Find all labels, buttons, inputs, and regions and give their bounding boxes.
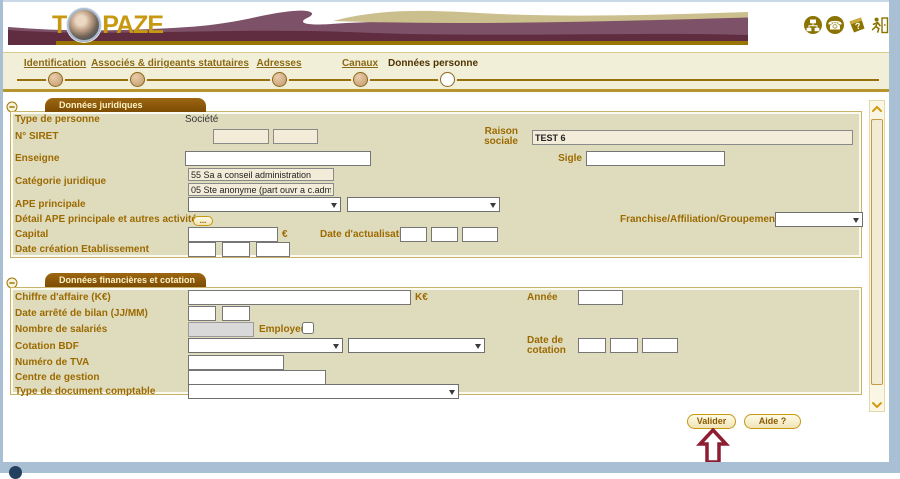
help-book-icon[interactable]: ?: [847, 15, 867, 35]
date-cotation-day[interactable]: [578, 338, 606, 353]
logout-icon[interactable]: [869, 15, 889, 35]
categorie-juridique-label: Catégorie juridique: [15, 176, 106, 187]
chevron-down-icon: [490, 203, 496, 208]
valider-button[interactable]: Valider: [687, 414, 736, 429]
type-personne-value: Société: [185, 114, 218, 125]
date-bilan-label: Date arrêté de bilan (JJ/MM): [15, 308, 148, 319]
siret-label: N° SIRET: [15, 131, 58, 142]
type-doc-comptable-select[interactable]: [188, 384, 459, 399]
window-frame-bottom: [0, 462, 900, 473]
capital-unit: €: [282, 229, 288, 240]
scroll-down-icon[interactable]: [870, 398, 884, 410]
chiffre-affaire-unit: K€: [415, 292, 428, 303]
capital-input[interactable]: [188, 227, 278, 242]
chevron-down-icon: [331, 203, 337, 208]
type-doc-comptable-label: Type de document comptable: [15, 386, 155, 397]
date-cotation-month[interactable]: [610, 338, 638, 353]
categorie-juridique-input-1: [188, 168, 334, 181]
nav-step-canaux[interactable]: Canaux: [342, 58, 378, 69]
topaze-logo: T PAZE: [52, 8, 163, 42]
ape-principale-select[interactable]: [188, 197, 341, 212]
enseigne-label: Enseigne: [15, 153, 59, 164]
step-nav: Identification Associés & dirigeants sta…: [3, 52, 889, 92]
type-personne-label: Type de personne: [15, 114, 100, 125]
window-frame-right: [889, 0, 900, 473]
siret-input-2: [273, 129, 318, 144]
cotation-bdf-select-2[interactable]: [348, 338, 485, 353]
franchise-label: Franchise/Affiliation/Groupement: [620, 214, 778, 225]
window-frame-top: [0, 0, 900, 2]
chiffre-affaire-label: Chiffre d'affaire (K€): [15, 292, 111, 303]
date-creation-day[interactable]: [188, 242, 216, 257]
date-bilan-day[interactable]: [188, 306, 216, 321]
date-creation-month[interactable]: [222, 242, 250, 257]
aide-button[interactable]: Aide ?: [744, 414, 801, 429]
chevron-down-icon: [449, 390, 455, 395]
detail-ape-label: Détail APE principale et autres activité…: [15, 214, 202, 225]
annee-input[interactable]: [578, 290, 623, 305]
section-title: Données financières et cotation: [45, 273, 206, 287]
logo-photo-icon: [67, 8, 101, 42]
numero-tva-input[interactable]: [188, 355, 284, 370]
sigle-input[interactable]: [586, 151, 725, 166]
nav-step-associes[interactable]: Associés & dirigeants statutaires: [91, 58, 249, 69]
date-bilan-month[interactable]: [222, 306, 250, 321]
capital-label: Capital: [15, 229, 48, 240]
cotation-bdf-label: Cotation BDF: [15, 341, 79, 352]
tab-donnees-financieres[interactable]: Données financières et cotation: [45, 273, 206, 287]
step-circle-adresses[interactable]: [272, 72, 287, 87]
step-circle-associes[interactable]: [130, 72, 145, 87]
date-creation-year[interactable]: [256, 242, 290, 257]
scrollbar-thumb[interactable]: [871, 119, 883, 385]
chevron-down-icon: [853, 218, 859, 223]
org-chart-icon[interactable]: [803, 15, 823, 35]
nav-step-identification[interactable]: Identification: [24, 58, 86, 69]
raison-sociale-label: Raison sociale: [472, 127, 518, 147]
centre-gestion-input[interactable]: [188, 370, 326, 385]
enseigne-input[interactable]: [185, 151, 371, 166]
numero-tva-label: Numéro de TVA: [15, 357, 89, 368]
date-actualisation-day[interactable]: [400, 227, 427, 242]
date-actualisation-year[interactable]: [462, 227, 498, 242]
nav-step-donnees-personne: Données personne: [388, 58, 478, 69]
siret-input-1: [213, 129, 269, 144]
raison-sociale-input: [532, 130, 853, 145]
phone-icon[interactable]: ☎: [825, 15, 845, 35]
step-circle-canaux[interactable]: [353, 72, 368, 87]
section-title: Données juridiques: [45, 98, 206, 112]
date-cotation-label: Date de cotation: [527, 336, 566, 356]
vertical-scrollbar[interactable]: [869, 100, 885, 412]
nombre-salaries-label: Nombre de salariés: [15, 324, 107, 335]
step-circle-identification[interactable]: [48, 72, 63, 87]
annee-label: Année: [527, 292, 558, 303]
chevron-down-icon: [475, 344, 481, 349]
svg-text:☎: ☎: [828, 19, 843, 33]
detail-ape-dots-button[interactable]: ...: [193, 216, 213, 226]
step-circle-donnees-personne: [440, 72, 455, 87]
header-toolbar: ☎ ?: [803, 15, 889, 35]
cotation-bdf-select-1[interactable]: [188, 338, 343, 353]
logo-letter-t: T: [52, 11, 66, 40]
scroll-up-icon[interactable]: [870, 102, 884, 114]
chiffre-affaire-input[interactable]: [188, 290, 411, 305]
date-creation-label: Date création Etablissement: [15, 244, 149, 255]
centre-gestion-label: Centre de gestion: [15, 372, 99, 383]
logo-letters-paze: PAZE: [102, 11, 163, 40]
chevron-down-icon: [333, 344, 339, 349]
tab-donnees-juridiques[interactable]: Données juridiques: [45, 98, 206, 112]
window-frame-left: [0, 0, 3, 473]
employeur-checkbox[interactable]: [302, 322, 314, 334]
ape-secondaire-select[interactable]: [347, 197, 500, 212]
sigle-label: Sigle: [540, 153, 582, 164]
date-cotation-year[interactable]: [642, 338, 678, 353]
categorie-juridique-input-2: [188, 183, 334, 196]
franchise-select[interactable]: [775, 212, 863, 227]
nombre-salaries-input: [188, 322, 254, 337]
nav-step-adresses[interactable]: Adresses: [256, 58, 301, 69]
ape-principale-label: APE principale: [15, 199, 86, 210]
date-actualisation-month[interactable]: [431, 227, 458, 242]
